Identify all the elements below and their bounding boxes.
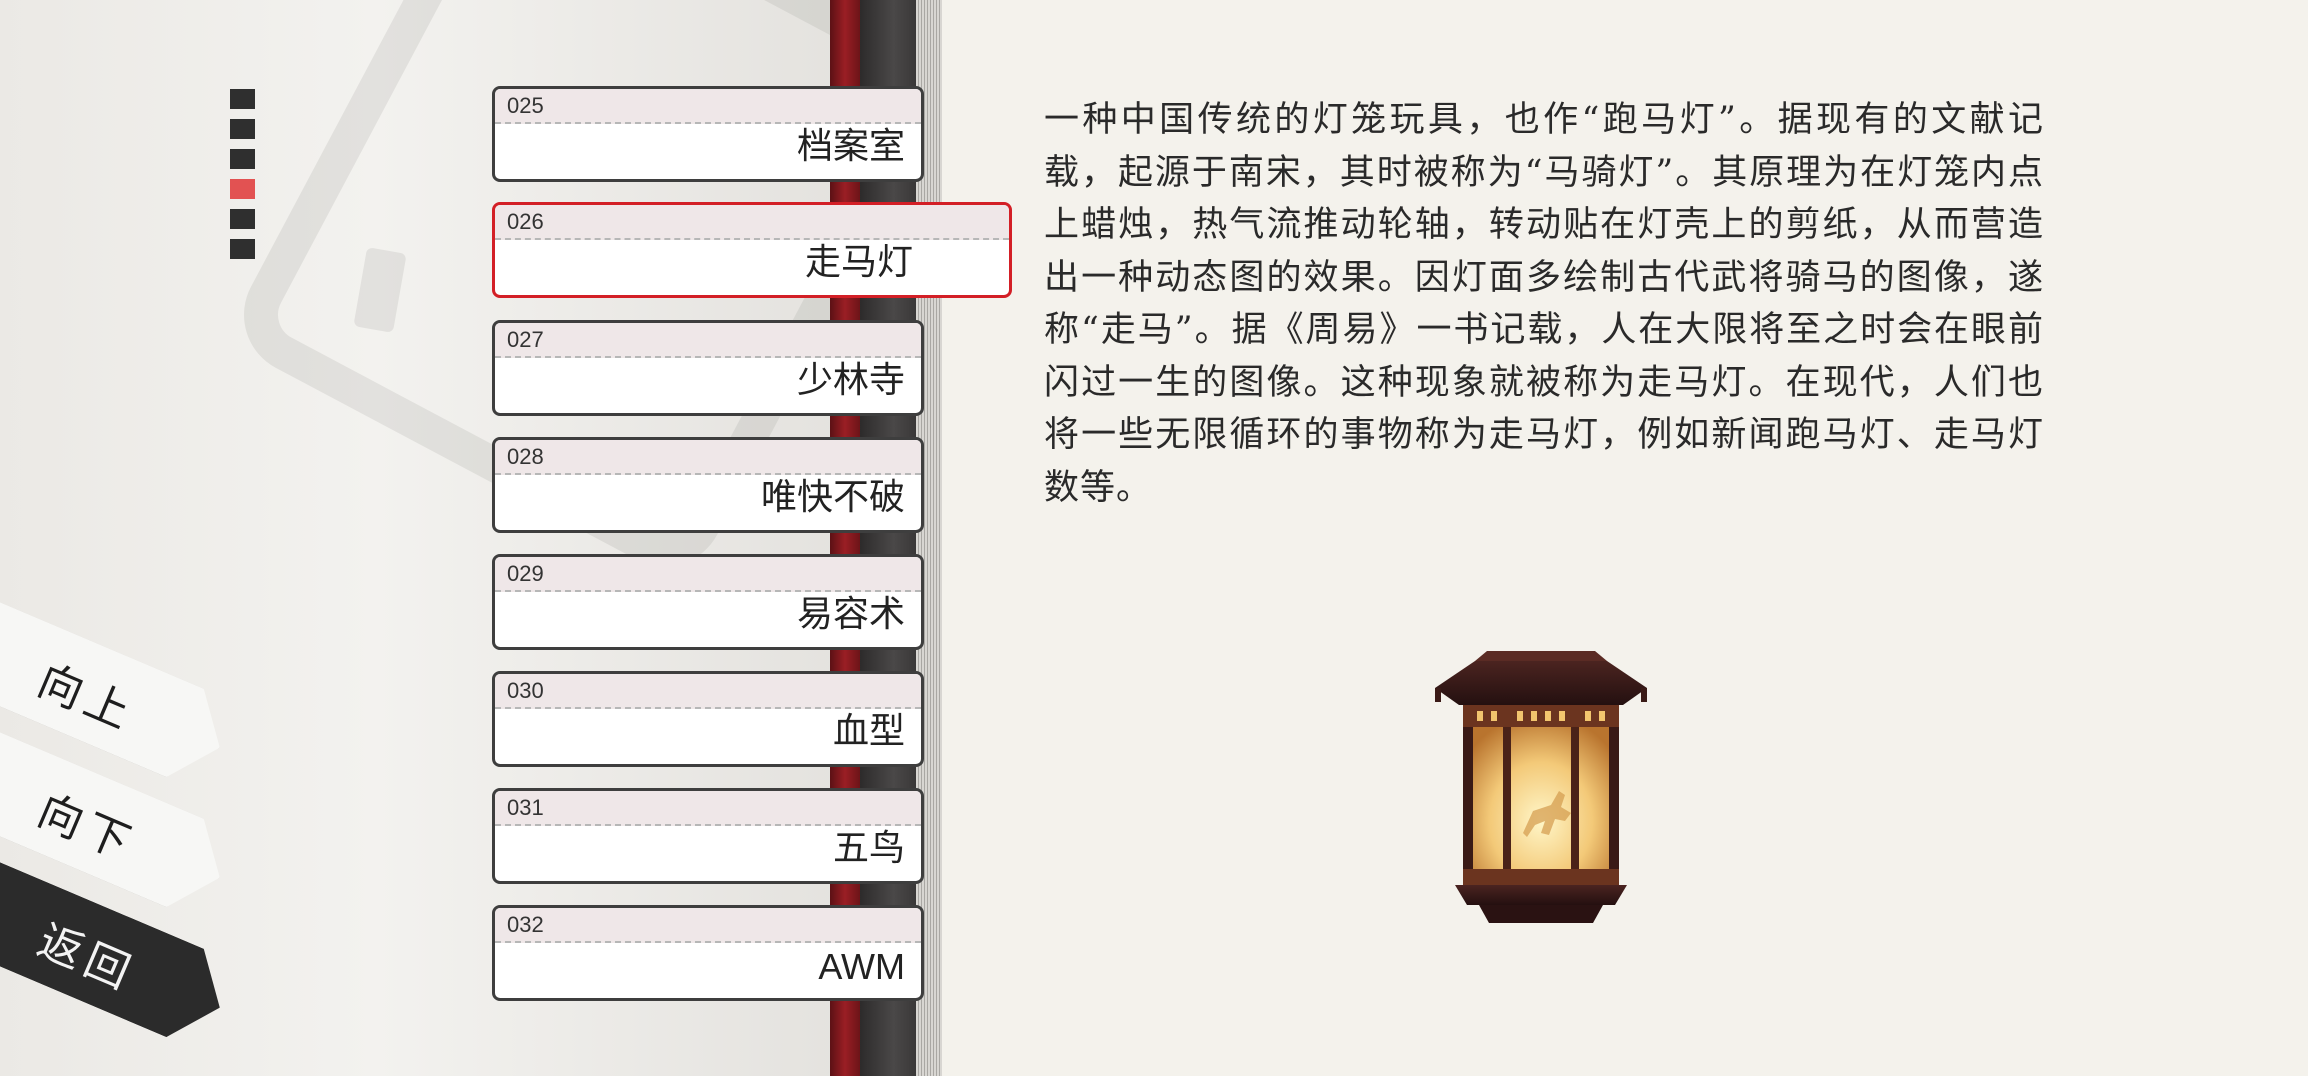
entry-number: 029 [507, 561, 544, 586]
list-item[interactable]: 027 少林寺 [492, 320, 924, 416]
entry-title: 走马灯 [804, 242, 913, 283]
entry-title: 唯快不破 [760, 477, 905, 518]
page-indicator-dot [230, 119, 255, 139]
list-item[interactable]: 025 档案室 [492, 86, 924, 182]
entry-number: 025 [507, 93, 544, 118]
entry-number: 026 [507, 209, 544, 234]
list-item[interactable]: 029 易容术 [492, 554, 924, 650]
entry-title: 易容术 [796, 594, 905, 635]
page-indicator [230, 89, 258, 269]
entry-number: 031 [507, 795, 544, 820]
entry-number: 030 [507, 678, 544, 703]
list-item[interactable]: 032 AWM [492, 905, 924, 1001]
entry-title: 五鸟 [832, 828, 905, 869]
entry-number: 028 [507, 444, 544, 469]
entry-title: 少林寺 [796, 360, 905, 401]
entry-title: 档案室 [796, 126, 905, 167]
entry-number-row [495, 205, 1009, 240]
list-item[interactable]: 031 五鸟 [492, 788, 924, 884]
list-item[interactable]: 030 血型 [492, 671, 924, 767]
entry-number: 027 [507, 327, 544, 352]
lantern-icon [1435, 651, 1647, 923]
list-item[interactable]: 028 唯快不破 [492, 437, 924, 533]
page-indicator-dot [230, 149, 255, 169]
page-indicator-dot [230, 239, 255, 259]
entry-description: 一种中国传统的灯笼玩具，也作“跑马灯”。据现有的文献记载，起源于南宋，其时被称为… [1044, 100, 2044, 508]
list-item-selected[interactable]: 026 走马灯 [492, 202, 1012, 298]
page-indicator-dot [230, 89, 255, 109]
entry-title: 血型 [832, 711, 905, 752]
page-indicator-dot-active [230, 179, 255, 199]
page-indicator-dot [230, 209, 255, 229]
entry-title: AWM [818, 946, 905, 987]
entry-number: 032 [507, 912, 544, 937]
entry-number-row [495, 908, 921, 943]
